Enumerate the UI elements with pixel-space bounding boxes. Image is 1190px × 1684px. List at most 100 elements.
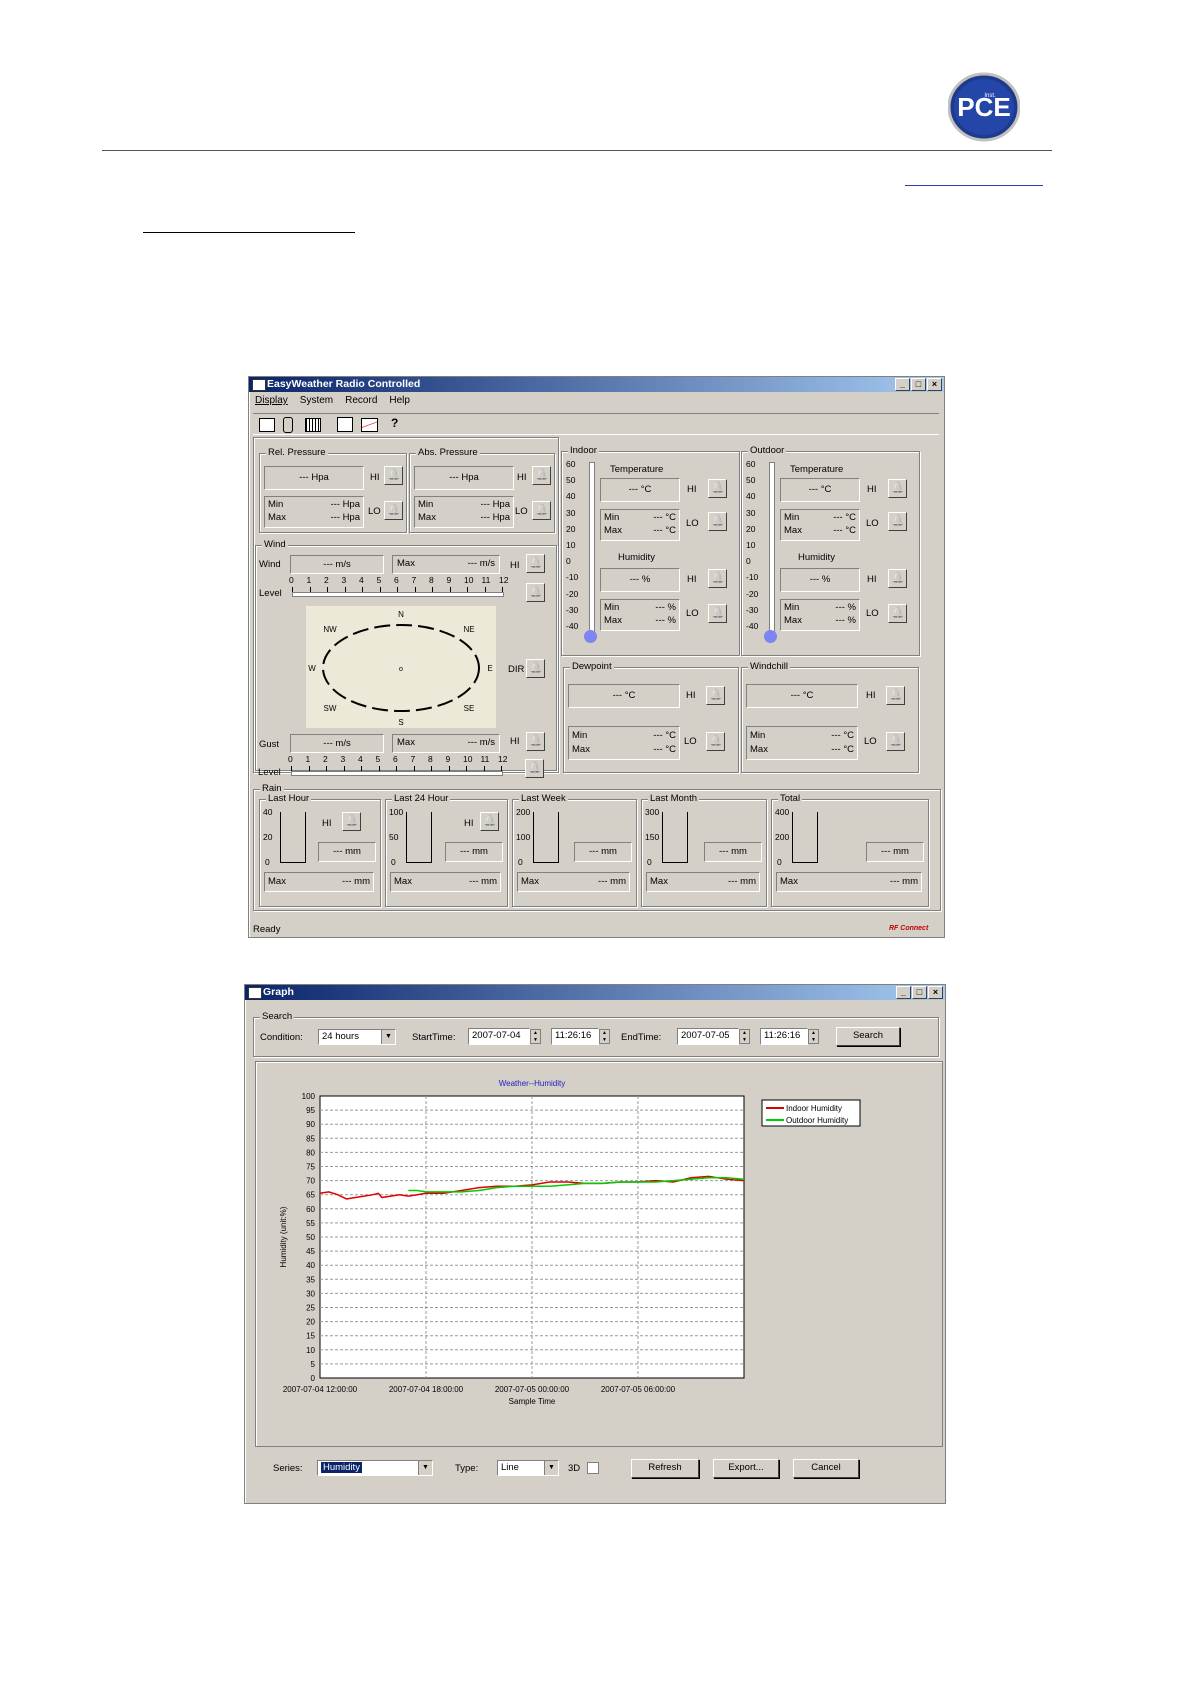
toolbar-history-icon[interactable] xyxy=(337,417,353,432)
outdoor-label: Outdoor xyxy=(748,445,787,457)
indoor-temp-hi-alarm-icon[interactable] xyxy=(708,479,727,498)
rel-pressure-hi-alarm-icon[interactable] xyxy=(384,466,403,485)
maximize-button[interactable]: □ xyxy=(911,378,926,391)
gust-hi: HI xyxy=(510,736,520,747)
indoor-scale-tick: 50 xyxy=(566,475,576,486)
cancel-button[interactable]: Cancel xyxy=(793,1459,859,1478)
indoor-temp-minmax: Min --- °C Max --- °C xyxy=(600,509,680,541)
rain-scale-zero: 0 xyxy=(391,857,396,867)
outdoor-temperature-caption: Temperature xyxy=(790,464,844,475)
rain-scale-top: 100 xyxy=(389,807,404,817)
minimize-button[interactable]: _ xyxy=(895,378,910,391)
wind-level-alarm-icon[interactable] xyxy=(526,583,545,602)
export-button[interactable]: Export... xyxy=(713,1459,779,1478)
3d-checkbox[interactable] xyxy=(587,1462,599,1474)
toolbar-display-icon[interactable] xyxy=(259,418,275,432)
search-button[interactable]: Search xyxy=(836,1027,900,1046)
windchill-hi-alarm-icon[interactable] xyxy=(886,686,905,705)
toolbar-help-icon[interactable]: ? xyxy=(391,416,398,430)
compass-center: o xyxy=(399,666,403,673)
y-tick-label: 45 xyxy=(306,1247,315,1256)
wind-speed-value: --- m/s xyxy=(290,555,384,574)
indoor-temp-lo-alarm-icon[interactable] xyxy=(708,512,727,531)
dewpoint-hi-alarm-icon[interactable] xyxy=(706,686,725,705)
rain-hi-alarm-icon[interactable] xyxy=(480,812,499,831)
abs-pressure-value: --- Hpa xyxy=(414,466,514,490)
windchill-lo-alarm-icon[interactable] xyxy=(886,732,905,751)
windchill-hi: HI xyxy=(866,690,876,701)
rain-bar-area xyxy=(792,812,818,863)
start-time-input[interactable]: 11:26:16 ▲ ▼ xyxy=(551,1028,610,1045)
toolbar-record-icon[interactable] xyxy=(305,418,321,432)
refresh-button[interactable]: Refresh xyxy=(631,1459,699,1478)
condition-select[interactable]: 24 hours ▼ xyxy=(318,1029,396,1045)
chart-area: 100 95 90 85 80 75 70 65 60 55 50 45 40 35 30 25 20 15 10 5… xyxy=(255,1061,943,1447)
graph-maximize-button[interactable]: □ xyxy=(912,986,927,999)
compass-se: SE xyxy=(464,704,475,713)
y-tick-label: 100 xyxy=(302,1092,316,1101)
compass-dial: N NE E SE S SW W NW o xyxy=(308,610,492,727)
rel-pressure-group: Rel. Pressure --- Hpa HI Min --- Hpa Max… xyxy=(259,447,407,533)
indoor-scale-tick: 30 xyxy=(566,507,576,518)
rain-bar-area xyxy=(662,812,688,863)
outdoor-hum-hi-alarm-icon[interactable] xyxy=(888,569,907,588)
gust-level-scale: 0 1 2 3 4 5 6 7 8 9 10 11 12 xyxy=(288,754,507,777)
gust-max-field: Max --- m/s xyxy=(392,734,500,753)
rain-max-field: Max --- mm xyxy=(646,872,760,892)
menu-bar: Display System Record Help xyxy=(255,395,410,409)
pce-logo: PCE Inst. xyxy=(948,72,1020,142)
gust-level-alarm-icon[interactable] xyxy=(525,759,544,778)
abs-pressure-hi-alarm-icon[interactable] xyxy=(532,466,551,485)
rain-scale-mid: 100 xyxy=(516,832,531,842)
rain-max-field: Max --- mm xyxy=(390,872,501,892)
y-tick-label: 15 xyxy=(306,1332,315,1341)
rel-pressure-minmax: Min --- Hpa Max --- Hpa xyxy=(264,496,364,528)
toolbar-graph-icon[interactable] xyxy=(361,418,378,432)
rain-scale-top: 300 xyxy=(645,807,660,817)
rain-scale-mid: 50 xyxy=(389,832,399,842)
start-date-input[interactable]: 2007-07-04 ▲ ▼ xyxy=(468,1028,541,1045)
rain-panel: Last 24 Hour 100 50 0 --- mm Max --- mm … xyxy=(385,793,508,907)
outdoor-hum-lo-alarm-icon[interactable] xyxy=(888,604,907,623)
outdoor-scale-tick: 10 xyxy=(746,540,756,550)
graph-minimize-button[interactable]: _ xyxy=(896,986,911,999)
end-time-input[interactable]: 11:26:16 ▲ ▼ xyxy=(760,1028,819,1045)
type-select[interactable]: Line ▼ xyxy=(497,1460,559,1476)
indoor-hum-hi-alarm-icon[interactable] xyxy=(708,569,727,588)
rain-hi-alarm-icon[interactable] xyxy=(342,812,361,831)
wind-caption: Wind xyxy=(259,559,281,570)
gust-level-tick: 7 xyxy=(410,754,416,764)
outdoor-temp-hi-alarm-icon[interactable] xyxy=(888,479,907,498)
menu-system[interactable]: System xyxy=(300,395,333,409)
app-icon xyxy=(252,379,266,391)
dewpoint-lo-alarm-icon[interactable] xyxy=(706,732,725,751)
dir-alarm-icon[interactable] xyxy=(526,659,545,678)
outdoor-scale-tick: 50 xyxy=(746,475,756,486)
legend-label: Indoor Humidity xyxy=(786,1104,842,1113)
rel-pressure-lo-alarm-icon[interactable] xyxy=(384,501,403,520)
series-select[interactable]: Humidity ▼ xyxy=(317,1460,433,1476)
indoor-scale-tick: 20 xyxy=(566,523,576,534)
graph-close-button[interactable]: × xyxy=(928,986,943,999)
outdoor-temp-lo-alarm-icon[interactable] xyxy=(888,512,907,531)
x-tick-label: 2007-07-04 18:00:00 xyxy=(389,1385,464,1394)
abs-pressure-lo-alarm-icon[interactable] xyxy=(532,501,551,520)
abs-pressure-lo: LO xyxy=(515,506,528,517)
y-tick-label: 5 xyxy=(311,1360,316,1369)
toolbar: ? xyxy=(253,413,939,435)
wind-level-tick: 12 xyxy=(499,575,509,585)
gust-hi-alarm-icon[interactable] xyxy=(526,732,545,751)
end-date-input[interactable]: 2007-07-05 ▲ ▼ xyxy=(677,1028,750,1045)
menu-record[interactable]: Record xyxy=(345,395,377,409)
section-underline xyxy=(143,232,355,233)
close-button[interactable]: × xyxy=(927,378,942,391)
gust-level-tick: 6 xyxy=(393,754,398,764)
start-label: StartTime: xyxy=(412,1032,456,1043)
menu-help[interactable]: Help xyxy=(389,395,410,409)
toolbar-settings-icon[interactable] xyxy=(283,417,293,433)
easyweather-window: EasyWeather Radio Controlled _ □ × Displ… xyxy=(248,376,945,938)
wind-hi-alarm-icon[interactable] xyxy=(526,554,545,573)
menu-display[interactable]: Display xyxy=(255,395,288,409)
type-label: Type: xyxy=(455,1463,479,1474)
indoor-hum-lo-alarm-icon[interactable] xyxy=(708,604,727,623)
